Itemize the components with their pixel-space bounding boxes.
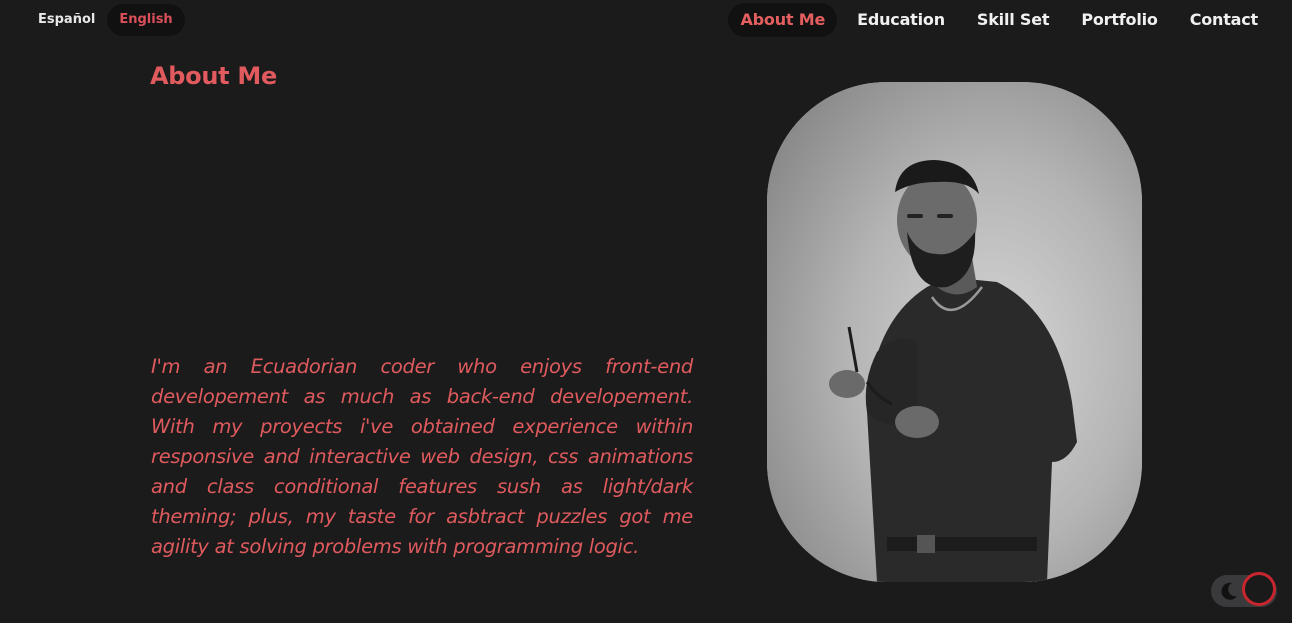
moon-icon (1221, 582, 1237, 600)
theme-toggle[interactable] (1211, 572, 1277, 607)
nav-item-about-me[interactable]: About Me (728, 3, 838, 37)
profile-photo (767, 82, 1142, 582)
toggle-knob[interactable] (1242, 572, 1276, 606)
main-nav: About Me Education Skill Set Portfolio C… (720, 3, 1270, 37)
about-page: Español English About Me Education Skill… (0, 0, 1292, 623)
nav-item-education[interactable]: Education (845, 3, 957, 37)
lang-english-button[interactable]: English (107, 4, 185, 36)
bio-text: I'm an Ecuadorian coder who enjoys front… (151, 355, 693, 558)
nav-item-skill-set[interactable]: Skill Set (965, 3, 1061, 37)
nav-item-contact[interactable]: Contact (1178, 3, 1270, 37)
lang-espanol-button[interactable]: Español (26, 4, 107, 36)
language-switch: Español English (26, 4, 185, 36)
section-title: About Me (150, 62, 277, 90)
nav-item-portfolio[interactable]: Portfolio (1069, 3, 1169, 37)
